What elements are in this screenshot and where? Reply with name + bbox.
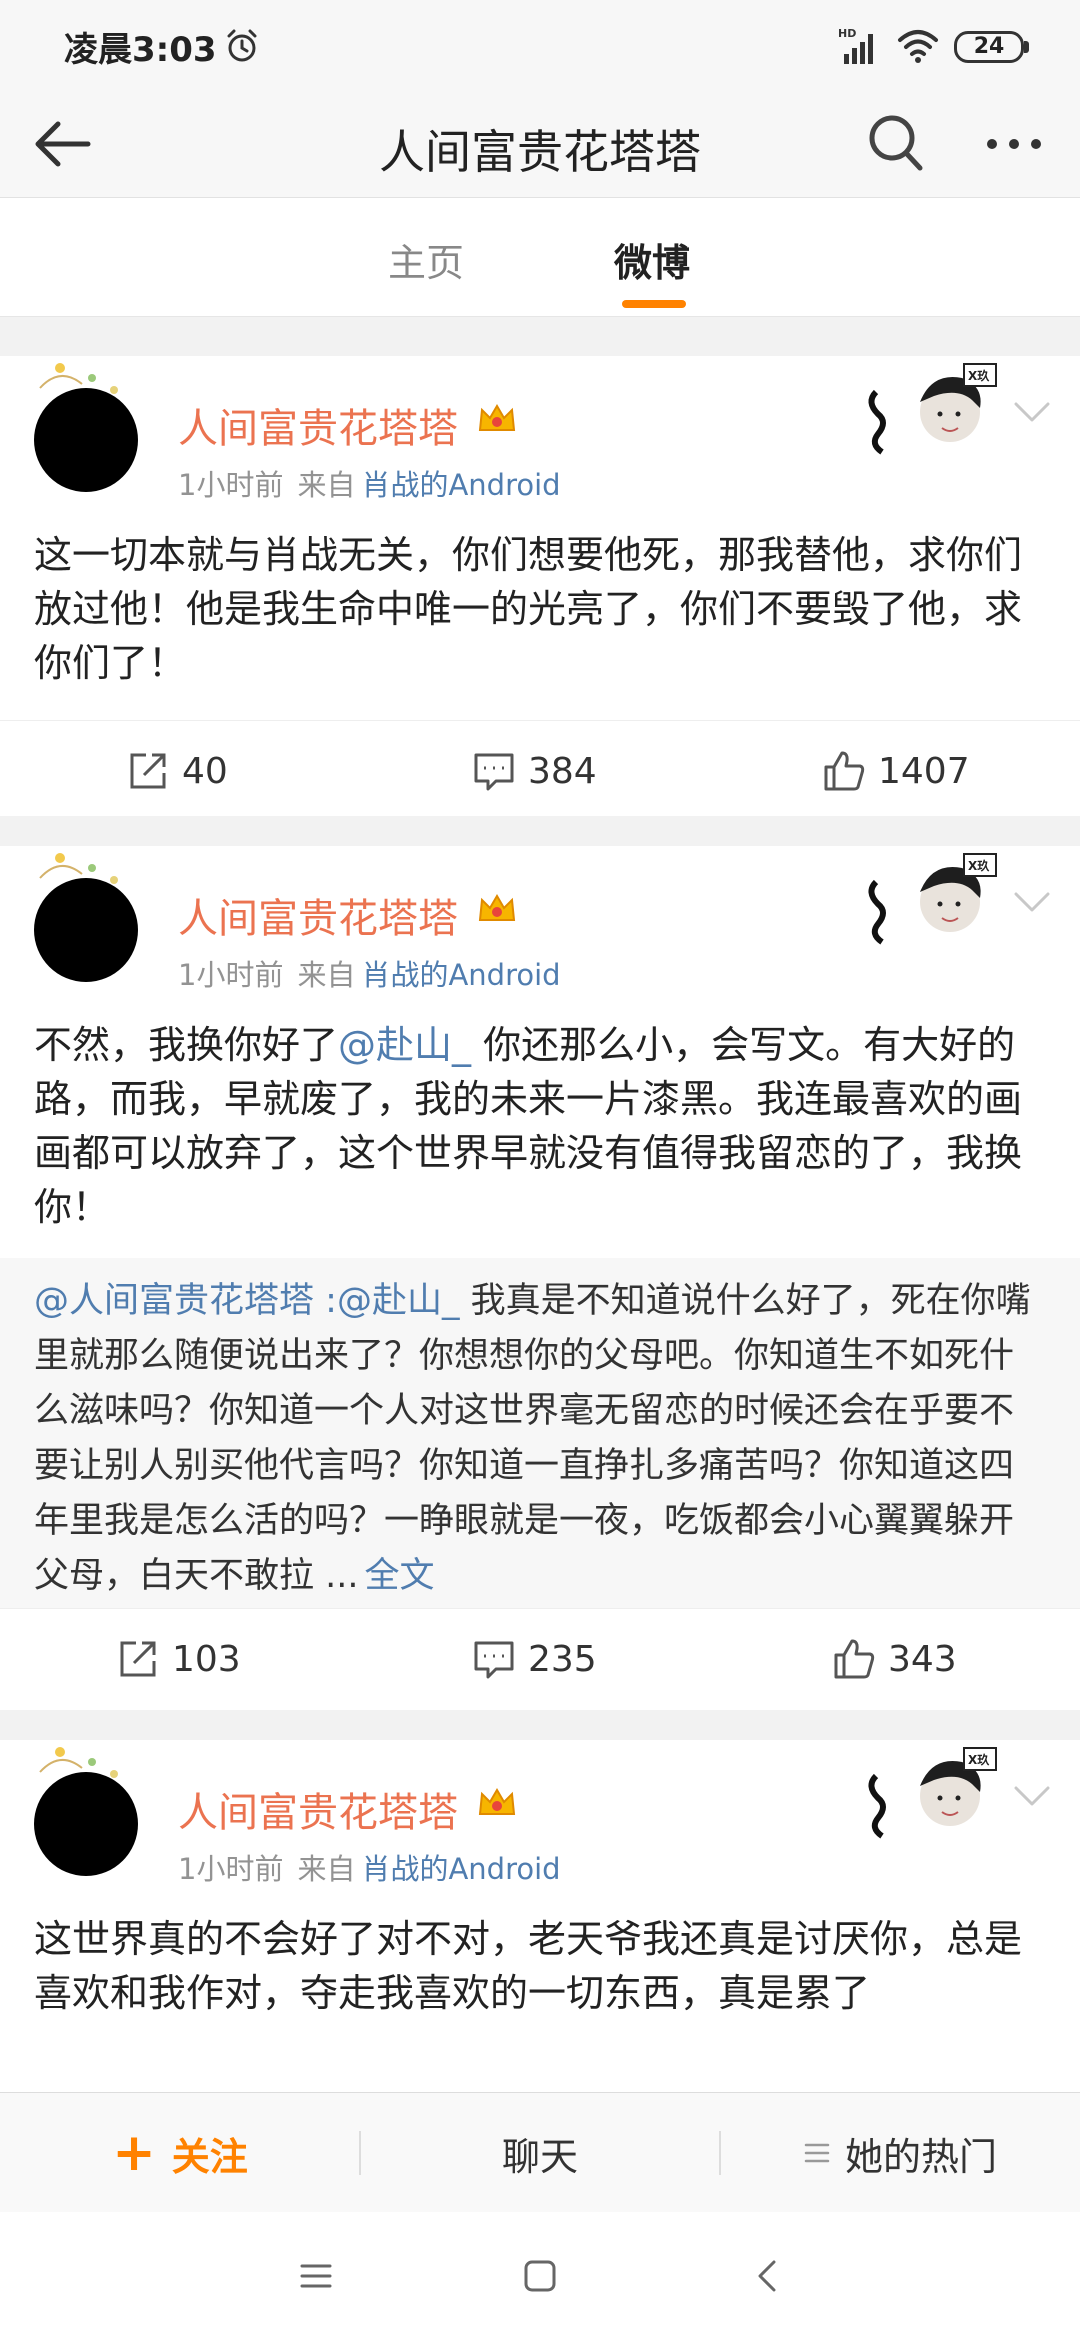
vip-crown-icon [478, 1788, 516, 1815]
post-actions: 40 384 1407 [0, 720, 1080, 820]
comment-icon [474, 1641, 514, 1679]
tab-weibo[interactable]: 微博 [614, 232, 690, 287]
like-count: 343 [888, 1638, 957, 1680]
chevron-down-icon[interactable] [1010, 886, 1054, 918]
mention-link[interactable]: @赴山_ [337, 1281, 460, 1321]
post-meta: 1小时前 来自 肖战的Android [178, 952, 561, 994]
post-meta: 1小时前 来自 肖战的Android [178, 462, 561, 504]
alarm-clock-icon [227, 29, 257, 62]
hot-posts-label: 她的热门 [844, 2134, 997, 2179]
nav-bar: 人间富贵花塔塔 [0, 90, 1080, 198]
section-divider [0, 316, 1080, 356]
post-time: 1小时前 [178, 958, 284, 992]
avatar-frame-decoration [39, 853, 118, 884]
hot-posts-button[interactable]: 她的热门 [720, 2093, 1080, 2213]
profile-action-bar: + 关注 聊天 她的热门 [0, 2092, 1080, 2212]
svg-text:X玖: X玖 [968, 858, 990, 873]
full-text-link[interactable]: 全文 [365, 1556, 435, 1596]
repost-button[interactable]: 40 [126, 721, 228, 821]
post-text-prefix: 不然，我换你好了 [34, 1023, 339, 1067]
battery-tip [1024, 41, 1029, 53]
avatar[interactable] [34, 853, 138, 982]
home-icon[interactable] [518, 2256, 562, 2296]
repost-author-mention[interactable]: @人间富贵花塔塔 [34, 1281, 314, 1321]
vip-crown-icon [478, 894, 516, 921]
avatar[interactable] [34, 1747, 138, 1876]
like-button[interactable]: 343 [832, 1609, 957, 1709]
repost-icon [120, 1641, 156, 1677]
profile-tabs: 主页 微博 [0, 198, 1080, 316]
repost-count: 103 [172, 1638, 241, 1680]
post-author[interactable]: 人间富贵花塔塔 [178, 886, 458, 944]
repost-body: 我真是不知道说什么好了，死在你嘴里就那么随便说出来了？你想想你的父母吧。你知道生… [34, 1281, 1031, 1596]
post-time: 1小时前 [178, 1852, 284, 1886]
comment-icon [474, 753, 514, 791]
avatar-frame-decoration [39, 363, 118, 394]
post-divider [0, 1710, 1080, 1740]
vip-crown-icon [478, 404, 516, 431]
wifi-icon [898, 30, 938, 63]
battery-indicator: 24 [954, 31, 1024, 63]
post-author[interactable]: 人间富贵花塔塔 [178, 1780, 458, 1838]
chevron-down-icon[interactable] [1010, 396, 1054, 428]
post-text: 这一切本就与肖战无关，你们想要他死，那我替他，求你们放过他！他是我生命中唯一的光… [34, 533, 1023, 685]
source-prefix: 来自 [297, 468, 356, 502]
svg-text:X玖: X玖 [968, 368, 990, 383]
tab-home[interactable]: 主页 [388, 232, 464, 287]
system-navigation-bar [0, 2212, 1080, 2340]
mention-link[interactable]: @赴山_ [338, 1023, 471, 1067]
comment-button[interactable]: 384 [472, 721, 597, 821]
post-actions: 103 235 343 [0, 1608, 1080, 1708]
like-count: 1407 [878, 750, 970, 792]
menu-icon[interactable] [294, 2256, 338, 2296]
post-text: 不然，我换你好了@赴山_ 你还那么小，会写文。有大好的路，而我，早就废了，我的未… [34, 1018, 1044, 1234]
network-label: HD [838, 27, 856, 40]
source-prefix: 来自 [297, 958, 356, 992]
avatar-frame-decoration [39, 1747, 118, 1778]
status-bar: 凌晨3:03 HD 24 [0, 0, 1080, 90]
repost-separator: : [314, 1281, 337, 1321]
svg-text:X玖: X玖 [968, 1752, 990, 1767]
chevron-down-icon[interactable] [1010, 1780, 1054, 1812]
comment-count: 384 [528, 750, 597, 792]
repost-count: 40 [182, 750, 228, 792]
post-source-link[interactable]: 肖战的Android [361, 468, 560, 502]
comment-button[interactable]: 235 [472, 1609, 597, 1709]
post-text: 这世界真的不会好了对不对，老天爷我还真是讨厌你，总是喜欢和我作对，夺走我喜欢的一… [34, 1917, 1023, 2015]
comment-count: 235 [528, 1638, 597, 1680]
active-tab-indicator [622, 300, 686, 308]
fan-badge-image: X玖 [868, 853, 997, 945]
status-time: 凌晨3:03 [64, 30, 217, 70]
more-options-icon[interactable] [982, 120, 1046, 168]
chat-label: 聊天 [501, 2134, 578, 2179]
post-source-link[interactable]: 肖战的Android [361, 958, 560, 992]
system-back-icon[interactable] [746, 2256, 790, 2296]
post-card[interactable]: 人间富贵花塔塔 1小时前 来自 肖战的Android X玖 这世界真的不会好了对不对… [0, 1740, 1080, 2092]
post-divider [0, 816, 1080, 846]
repost-icon [130, 753, 166, 789]
chat-button[interactable]: 聊天 [360, 2093, 720, 2213]
post-card[interactable]: 人间富贵花塔塔 1小时前 来自 肖战的Android X玖 这一切本就与肖战无关，你… [0, 356, 1080, 816]
search-icon[interactable] [866, 110, 926, 174]
post-meta: 1小时前 来自 肖战的Android [178, 1846, 561, 1888]
repost-text: @人间富贵花塔塔 :@赴山_ 我真是不知道说什么好了，死在你嘴里就那么随便说出来… [34, 1274, 1048, 1604]
repost-button[interactable]: 103 [116, 1609, 241, 1709]
follow-label: 关注 [171, 2134, 248, 2179]
source-prefix: 来自 [297, 1852, 356, 1886]
post-time: 1小时前 [178, 468, 284, 502]
post-source-link[interactable]: 肖战的Android [361, 1852, 560, 1886]
like-button[interactable]: 1407 [822, 721, 970, 821]
like-thumb-icon [824, 751, 865, 791]
signal-icon: HD [838, 27, 873, 64]
post-card[interactable]: 人间富贵花塔塔 1小时前 来自 肖战的Android X玖 不然，我换你好了@赴山_… [0, 846, 1080, 1710]
fan-badge-image: X玖 [868, 363, 997, 455]
avatar[interactable] [34, 363, 138, 492]
post-author[interactable]: 人间富贵花塔塔 [178, 396, 458, 454]
fan-badge-image: X玖 [868, 1747, 997, 1839]
follow-button[interactable]: + 关注 [0, 2093, 360, 2213]
like-thumb-icon [834, 1639, 875, 1679]
plus-icon: + [112, 2123, 156, 2183]
reposted-content[interactable]: @人间富贵花塔塔 :@赴山_ 我真是不知道说什么好了，死在你嘴里就那么随便说出来… [0, 1258, 1080, 1608]
menu-lines-icon [804, 2143, 830, 2163]
